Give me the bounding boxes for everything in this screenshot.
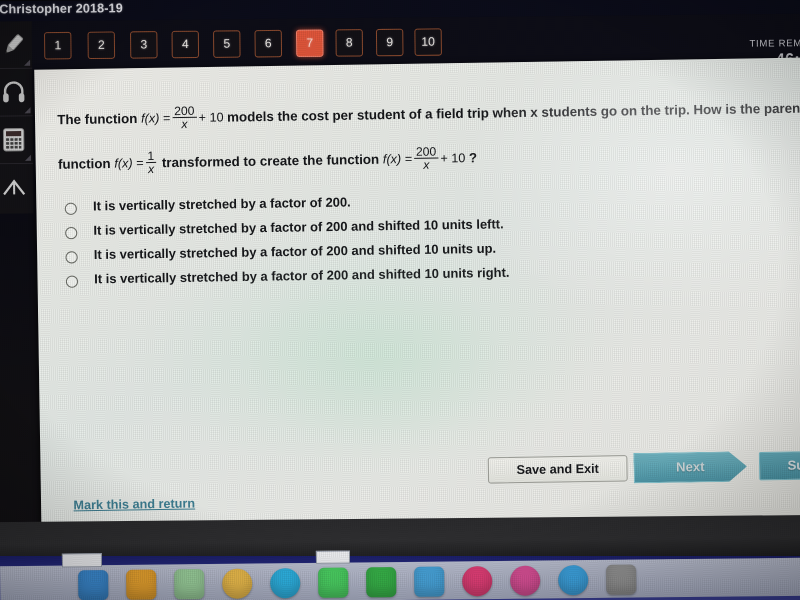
save-and-exit-button[interactable]: Save and Exit xyxy=(487,455,628,484)
radio-button-3[interactable] xyxy=(65,251,78,264)
math-expression-2: f(x) = 1 x xyxy=(114,149,162,177)
headphones-icon xyxy=(3,81,25,103)
math3-fx: f(x) = xyxy=(382,152,413,167)
question-line1-prefix: The function xyxy=(57,110,138,128)
question-nav-button-2[interactable]: 2 xyxy=(87,31,116,60)
caret-up-icon xyxy=(3,179,26,196)
calculator-tool-button[interactable] xyxy=(0,116,34,165)
question-nav-button-8[interactable]: 8 xyxy=(335,29,364,57)
next-button[interactable]: Next xyxy=(633,451,747,483)
question-nav-button-10[interactable]: 10 xyxy=(414,28,442,56)
tool-corner-marker xyxy=(24,154,32,161)
keynote-icon[interactable] xyxy=(414,566,445,597)
question-nav-button-7[interactable]: 7 xyxy=(295,29,324,58)
messages-icon[interactable] xyxy=(270,568,301,599)
tool-corner-marker xyxy=(24,59,31,66)
question-nav-button-6[interactable]: 6 xyxy=(254,29,283,58)
question-content-panel: The function f(x) = 200 x + 10 models the c… xyxy=(34,57,800,538)
collapse-tools-button[interactable] xyxy=(0,164,34,212)
mark-this-and-return-link[interactable]: Mark this and return xyxy=(73,496,195,512)
facetime-icon[interactable] xyxy=(318,567,349,598)
highlighter-icon xyxy=(5,34,24,54)
system-preferences-icon[interactable] xyxy=(606,564,637,595)
submit-button[interactable]: Submi xyxy=(758,450,800,481)
tool-rail xyxy=(0,21,34,214)
laptop-screen-photo: Christopher 2018-19 1 2 3 4 5 6 7 8 9 10 TIME REM… xyxy=(0,0,800,600)
radio-button-2[interactable] xyxy=(65,226,78,240)
question-line1-suffix: models the cost per student of a field t… xyxy=(226,100,800,125)
highlighter-tool-button[interactable] xyxy=(0,21,33,70)
math1-addend: + 10 xyxy=(198,110,224,126)
question-line2-middle: transformed to create the function xyxy=(161,151,380,171)
math-expression-3: f(x) = 200 x + 10 xyxy=(382,144,469,173)
macos-dock xyxy=(0,550,800,600)
math3-fraction: 200 x xyxy=(414,144,439,173)
photos-icon[interactable] xyxy=(222,568,253,599)
question-nav-button-9[interactable]: 9 xyxy=(375,28,404,57)
math1-fx: f(x) = xyxy=(140,111,171,127)
app-store-icon[interactable] xyxy=(558,565,589,596)
finder-icon[interactable] xyxy=(78,570,109,600)
math3-addend: + 10 xyxy=(440,151,466,166)
math2-fx: f(x) = xyxy=(114,156,144,171)
question-line2-suffix: ? xyxy=(468,150,478,166)
numbers-icon[interactable] xyxy=(366,567,397,598)
student-course-label: Christopher 2018-19 xyxy=(0,1,123,17)
math3-denominator: x xyxy=(414,157,439,173)
math3-numerator: 200 xyxy=(415,144,437,159)
math-expression-1: f(x) = 200 x + 10 xyxy=(140,104,227,132)
math1-numerator: 200 xyxy=(174,103,195,119)
question-text-line-1: The function f(x) = 200 x + 10 models the c… xyxy=(57,96,800,134)
question-line2-prefix: function xyxy=(57,155,111,172)
itunes-icon[interactable] xyxy=(510,565,541,596)
math1-denominator: x xyxy=(172,116,197,132)
tool-corner-marker xyxy=(24,107,31,114)
pages-icon[interactable] xyxy=(126,569,157,600)
math1-fraction: 200 x xyxy=(172,103,197,132)
window-fragment xyxy=(315,550,351,564)
news-icon[interactable] xyxy=(462,566,493,597)
question-nav-button-3[interactable]: 3 xyxy=(130,31,158,59)
time-remaining-label: TIME REMA xyxy=(749,37,800,50)
audio-tool-button[interactable] xyxy=(0,68,33,117)
math2-denominator: x xyxy=(145,161,157,177)
maps-icon[interactable] xyxy=(174,569,205,600)
window-fragment xyxy=(61,553,103,568)
question-text-line-2: function f(x) = 1 x transformed to create … xyxy=(57,144,478,179)
math2-numerator: 1 xyxy=(147,148,155,164)
calculator-icon xyxy=(2,128,25,152)
question-nav-button-1[interactable]: 1 xyxy=(43,31,72,60)
question-nav-button-5[interactable]: 5 xyxy=(212,30,241,58)
test-application-screen: Christopher 2018-19 1 2 3 4 5 6 7 8 9 10 TIME REM… xyxy=(0,0,800,553)
radio-button-4[interactable] xyxy=(65,275,79,288)
radio-button-1[interactable] xyxy=(64,202,78,215)
answer-choice-list: It is vertically stretched by a factor o… xyxy=(64,190,633,296)
math2-fraction: 1x xyxy=(145,148,157,177)
question-nav-button-4[interactable]: 4 xyxy=(171,30,200,59)
answer-choice-label-1: It is vertically stretched by a factor o… xyxy=(92,194,351,214)
